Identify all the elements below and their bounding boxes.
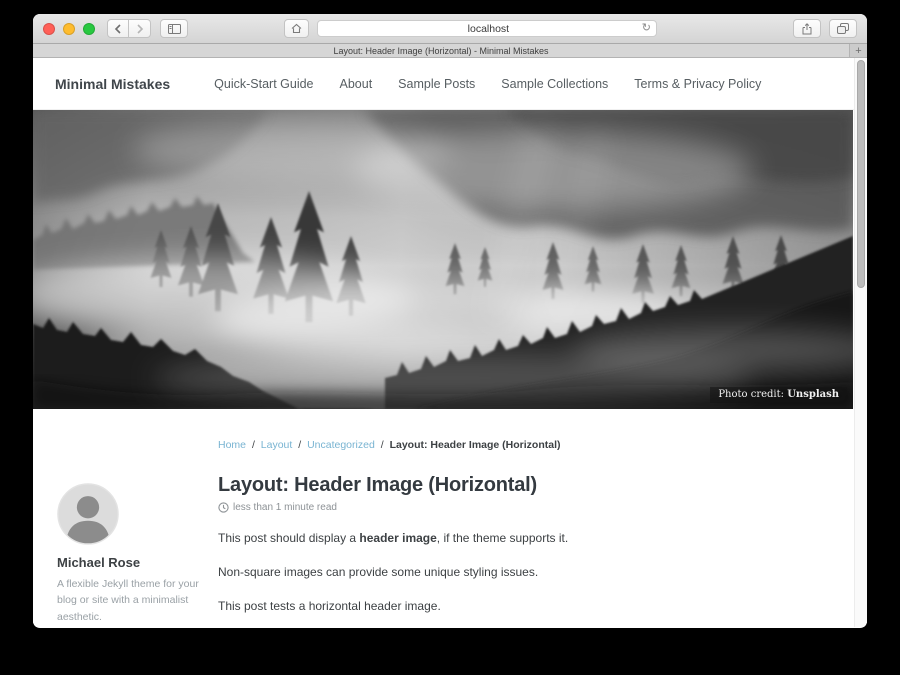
- browser-tab[interactable]: Layout: Header Image (Horizontal) - Mini…: [33, 44, 850, 57]
- traffic-lights: [43, 23, 95, 35]
- site-nav: Quick-Start Guide About Sample Posts Sam…: [214, 77, 761, 91]
- tab-title: Layout: Header Image (Horizontal) - Mini…: [333, 46, 548, 56]
- foggy-forest-photo: [33, 110, 853, 409]
- forward-button[interactable]: [129, 19, 151, 38]
- nav-link-sample-posts[interactable]: Sample Posts: [398, 77, 475, 91]
- read-time: less than 1 minute read: [233, 502, 337, 513]
- masthead: Minimal Mistakes Quick-Start Guide About…: [33, 58, 867, 110]
- clock-icon: [218, 502, 229, 513]
- post-paragraph: This post should display a header image,…: [218, 529, 798, 547]
- tabs-overview-button[interactable]: [829, 19, 857, 38]
- post-article: Layout: Header Image (Horizontal) less t…: [218, 465, 798, 625]
- close-window-button[interactable]: [43, 23, 55, 35]
- post-paragraph: This post tests a horizontal header imag…: [218, 597, 798, 615]
- author-name: Michael Rose: [57, 555, 209, 570]
- nav-link-terms-privacy[interactable]: Terms & Privacy Policy: [634, 77, 761, 91]
- photo-credit-source-link[interactable]: Unsplash: [787, 389, 839, 400]
- breadcrumb-link-layout[interactable]: Layout: [261, 439, 293, 451]
- post-meta: less than 1 minute read: [218, 502, 798, 513]
- sidebar-icon: [168, 24, 181, 34]
- content-columns: Michael Rose A flexible Jekyll theme for…: [33, 465, 867, 625]
- zoom-window-button[interactable]: [83, 23, 95, 35]
- tab-bar: Layout: Header Image (Horizontal) - Mini…: [33, 44, 867, 58]
- share-icon: [802, 23, 812, 35]
- chevron-left-icon: [114, 24, 122, 34]
- header-image: Photo credit: Unsplash: [33, 110, 853, 409]
- address-bar[interactable]: localhost ↻: [317, 20, 657, 37]
- post-paragraph: Non-square images can provide some uniqu…: [218, 563, 798, 581]
- sidebar-toggle-button[interactable]: [160, 19, 188, 38]
- history-nav: [107, 19, 151, 38]
- nav-link-quick-start-guide[interactable]: Quick-Start Guide: [214, 77, 313, 91]
- breadcrumb-link-home[interactable]: Home: [218, 439, 246, 451]
- breadcrumb-current: Layout: Header Image (Horizontal): [390, 439, 561, 451]
- back-button[interactable]: [107, 19, 129, 38]
- site-title-link[interactable]: Minimal Mistakes: [55, 76, 170, 92]
- photo-credit: Photo credit: Unsplash: [710, 387, 847, 403]
- breadcrumb-separator: /: [381, 439, 384, 451]
- scrollbar-track[interactable]: [854, 58, 867, 627]
- author-profile: Michael Rose A flexible Jekyll theme for…: [57, 465, 209, 625]
- share-button[interactable]: [793, 19, 821, 38]
- desktop-background: localhost ↻: [0, 0, 900, 675]
- tabs-icon: [837, 23, 849, 34]
- photo-credit-label: Photo credit:: [718, 389, 784, 400]
- chevron-right-icon: [136, 24, 144, 34]
- breadcrumb-link-uncategorized[interactable]: Uncategorized: [307, 439, 375, 451]
- new-tab-button[interactable]: +: [850, 44, 867, 57]
- scrollbar-thumb[interactable]: [857, 60, 865, 288]
- breadcrumb-separator: /: [298, 439, 301, 451]
- browser-toolbar: localhost ↻: [33, 14, 867, 44]
- page-body: Home / Layout / Uncategorized / Layout: …: [33, 409, 867, 625]
- page-content: Minimal Mistakes Quick-Start Guide About…: [33, 58, 867, 627]
- post-title: Layout: Header Image (Horizontal): [218, 474, 798, 497]
- nav-link-sample-collections[interactable]: Sample Collections: [501, 77, 608, 91]
- author-bio: A flexible Jekyll theme for your blog or…: [57, 576, 202, 625]
- home-icon: [291, 23, 302, 34]
- breadcrumb: Home / Layout / Uncategorized / Layout: …: [218, 439, 867, 451]
- refresh-button[interactable]: ↻: [642, 23, 651, 34]
- safari-window: localhost ↻: [33, 14, 867, 628]
- url-text: localhost: [335, 23, 642, 35]
- nav-link-about[interactable]: About: [340, 77, 373, 91]
- breadcrumb-separator: /: [252, 439, 255, 451]
- home-button[interactable]: [284, 19, 309, 38]
- minimize-window-button[interactable]: [63, 23, 75, 35]
- avatar: [57, 483, 119, 545]
